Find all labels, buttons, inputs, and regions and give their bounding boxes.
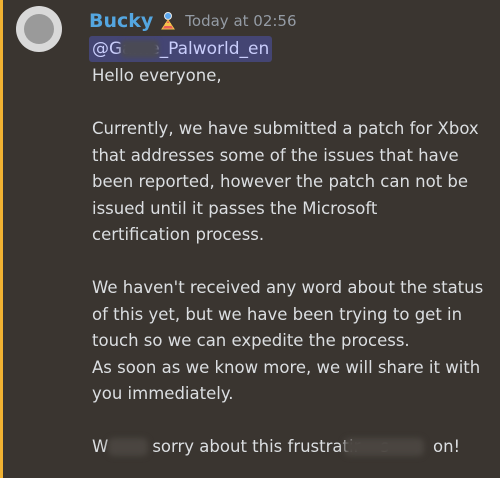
role-badge-icon[interactable] xyxy=(159,11,177,31)
user-mention[interactable]: @Game_Palworld_en xyxy=(89,36,273,62)
message-line: you immediately. xyxy=(92,384,234,403)
chat-message: Bucky Today at 02:56 @Game_Palworld_en H… xyxy=(0,0,500,478)
message-line: We haven't received any word about the s… xyxy=(92,278,484,297)
closing-fragment: sorry about this frustratir xyxy=(152,437,361,456)
closing-fragment: on! xyxy=(432,437,461,456)
message-line: touch so we can expedite the process. xyxy=(92,331,410,350)
message-line: been reported, however the patch can not… xyxy=(92,172,469,191)
message-line: certification process. xyxy=(92,225,265,244)
closing-line: Wsorry about this frustratirson! xyxy=(92,434,498,461)
message-timestamp: Today at 02:56 xyxy=(185,12,297,30)
message-line: Hello everyone, xyxy=(92,66,222,85)
message-line: As soon as we know more, we will share i… xyxy=(92,357,481,377)
message-line: of this yet, but we have been trying to … xyxy=(92,304,463,324)
author-name[interactable]: Bucky xyxy=(89,9,153,33)
message-line: that addresses some of the issues that h… xyxy=(92,145,459,165)
closing-fragment: W xyxy=(92,437,109,456)
message-line: Currently, we have submitted a patch for… xyxy=(92,119,479,138)
avatar-image xyxy=(24,14,54,44)
redaction-smudge xyxy=(344,438,424,456)
avatar[interactable] xyxy=(16,6,62,52)
redaction-blur xyxy=(121,40,159,58)
message-line: issued until it passes the Microsoft xyxy=(92,198,378,218)
redaction-smudge xyxy=(108,438,148,456)
message-header: Bucky Today at 02:56 xyxy=(89,8,297,34)
message-content: Hello everyone, Currently, we have submi… xyxy=(92,63,498,461)
